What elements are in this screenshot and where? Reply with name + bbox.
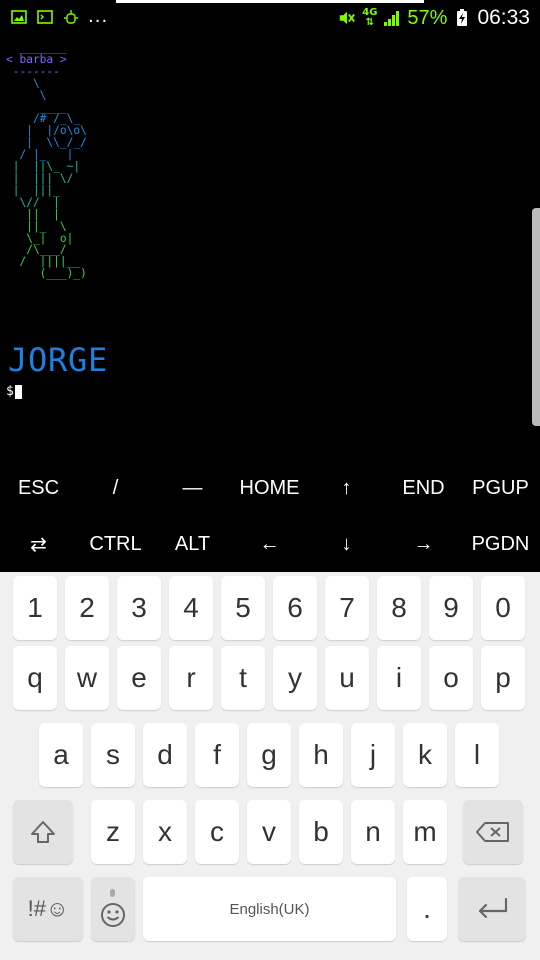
arrow-right-key[interactable]: → — [385, 516, 462, 572]
key-8[interactable]: 8 — [377, 576, 421, 640]
soft-keyboard: !#☺ English(UK) . 1234567890 qwertyuiop as… — [0, 572, 540, 960]
emoji-icon — [101, 889, 125, 927]
battery-percent: 57% — [407, 6, 448, 29]
key-v[interactable]: v — [247, 800, 291, 864]
key-o[interactable]: o — [429, 646, 473, 710]
image-notification-icon — [10, 8, 28, 26]
text-cursor — [14, 384, 22, 399]
extra-keys-bar: ESC / — HOME ↑ END PGUP ⇄ CTRL ALT ← ↓ →… — [0, 460, 540, 572]
pgup-key[interactable]: PGUP — [462, 460, 539, 516]
clock: 06:33 — [477, 6, 530, 29]
banner-letter: O — [28, 341, 48, 379]
terminal-scrollbar[interactable] — [532, 208, 540, 426]
more-notifications-indicator: ... — [88, 6, 109, 27]
key-s[interactable]: s — [91, 723, 135, 787]
shift-icon — [31, 821, 55, 843]
banner-text: JORGE — [8, 341, 108, 379]
home-key[interactable]: HOME — [231, 460, 308, 516]
status-bar-indicator-line — [116, 0, 424, 3]
key-i[interactable]: i — [377, 646, 421, 710]
shift-key[interactable] — [13, 800, 73, 864]
key-j[interactable]: j — [351, 723, 395, 787]
key-w[interactable]: w — [65, 646, 109, 710]
key-q[interactable]: q — [13, 646, 57, 710]
mute-icon — [338, 9, 356, 27]
key-k[interactable]: k — [403, 723, 447, 787]
terminal-view[interactable]: _______ < barba > ------- \ \ ____ /# /_… — [0, 38, 540, 470]
key-3[interactable]: 3 — [117, 576, 161, 640]
status-bar-right: 4G ⇅ 57% 06:33 — [338, 6, 530, 30]
key-l[interactable]: l — [455, 723, 499, 787]
banner-letter: E — [88, 341, 108, 379]
extra-keys-row-1: ESC / — HOME ↑ END PGUP — [0, 460, 540, 516]
key-1[interactable]: 1 — [13, 576, 57, 640]
network-type-indicator: 4G ⇅ — [362, 8, 377, 28]
banner-letter: G — [68, 341, 88, 379]
data-arrows-icon: ⇅ — [365, 17, 375, 28]
key-y[interactable]: y — [273, 646, 317, 710]
backspace-key[interactable] — [463, 800, 523, 864]
key-x[interactable]: x — [143, 800, 187, 864]
key-d[interactable]: d — [143, 723, 187, 787]
key-c[interactable]: c — [195, 800, 239, 864]
symbols-key[interactable]: !#☺ — [13, 877, 83, 941]
key-0[interactable]: 0 — [481, 576, 525, 640]
key-4[interactable]: 4 — [169, 576, 213, 640]
period-key[interactable]: . — [407, 877, 447, 941]
key-u[interactable]: u — [325, 646, 369, 710]
extra-keys-row-2: ⇄ CTRL ALT ← ↓ → PGDN — [0, 516, 540, 572]
key-7[interactable]: 7 — [325, 576, 369, 640]
arrow-left-key[interactable]: ← — [231, 516, 308, 572]
key-p[interactable]: p — [481, 646, 525, 710]
pgdn-key[interactable]: PGDN — [462, 516, 539, 572]
alt-key[interactable]: ALT — [154, 516, 231, 572]
banner-letter: J — [8, 341, 28, 379]
cowsay-ascii-art: _______ < barba > ------- \ \ ____ /# /_… — [6, 42, 87, 280]
arrow-down-key[interactable]: ↓ — [308, 516, 385, 572]
key-t[interactable]: t — [221, 646, 265, 710]
key-9[interactable]: 9 — [429, 576, 473, 640]
key-a[interactable]: a — [39, 723, 83, 787]
space-key[interactable]: English(UK) — [143, 877, 396, 941]
status-bar: ... 4G ⇅ 57% 06:33 — [0, 0, 540, 38]
key-2[interactable]: 2 — [65, 576, 109, 640]
dash-key[interactable]: — — [154, 460, 231, 516]
emoji-key[interactable] — [91, 877, 135, 941]
end-key[interactable]: END — [385, 460, 462, 516]
key-r[interactable]: r — [169, 646, 213, 710]
key-b[interactable]: b — [299, 800, 343, 864]
key-f[interactable]: f — [195, 723, 239, 787]
key-5[interactable]: 5 — [221, 576, 265, 640]
ctrl-key[interactable]: CTRL — [77, 516, 154, 572]
android-debug-icon — [62, 8, 80, 26]
banner-letter: R — [48, 341, 68, 379]
key-g[interactable]: g — [247, 723, 291, 787]
key-z[interactable]: z — [91, 800, 135, 864]
battery-charging-icon — [453, 9, 471, 27]
key-e[interactable]: e — [117, 646, 161, 710]
signal-strength-icon — [383, 9, 401, 27]
key-6[interactable]: 6 — [273, 576, 317, 640]
key-m[interactable]: m — [403, 800, 447, 864]
esc-key[interactable]: ESC — [0, 460, 77, 516]
enter-icon — [478, 897, 508, 919]
backspace-icon — [476, 822, 509, 842]
key-h[interactable]: h — [299, 723, 343, 787]
ascii-line: (___)_) — [6, 267, 87, 281]
key-n[interactable]: n — [351, 800, 395, 864]
enter-key[interactable] — [458, 877, 526, 941]
shell-prompt[interactable]: $ — [6, 384, 22, 399]
prompt-symbol: $ — [6, 384, 14, 399]
status-bar-left: ... — [10, 8, 108, 26]
tab-key[interactable]: ⇄ — [0, 516, 77, 572]
terminal-notification-icon — [36, 8, 54, 26]
arrow-up-key[interactable]: ↑ — [308, 460, 385, 516]
slash-key[interactable]: / — [77, 460, 154, 516]
